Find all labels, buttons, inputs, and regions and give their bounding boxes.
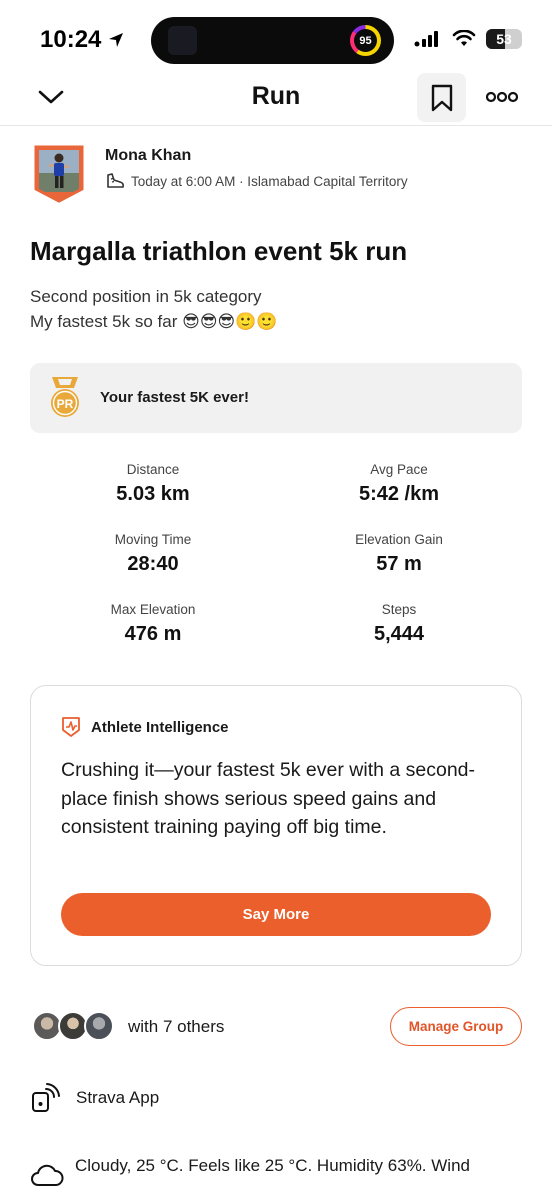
stat-value: 28:40 <box>127 553 179 575</box>
stat-label: Avg Pace <box>370 462 428 477</box>
avatar[interactable] <box>34 145 84 203</box>
stat-moving-time: Moving Time 28:40 <box>30 532 276 576</box>
athlete-name[interactable]: Mona Khan <box>105 147 191 165</box>
athlete-header: Mona Khan Today at 6:00 AM · Islamabad C… <box>34 145 522 205</box>
pr-badge-text: PR <box>57 397 74 411</box>
stat-value: 5:42 /km <box>358 483 440 505</box>
stat-label: Max Elevation <box>110 602 196 617</box>
activity-meta-text: Today at 6:00 AM · Islamabad Capital Ter… <box>131 173 408 189</box>
athlete-intelligence-icon <box>62 717 80 737</box>
cloud-icon <box>31 1164 64 1186</box>
status-bar: 10:24 95 53 <box>0 0 552 80</box>
group-text[interactable]: with 7 others <box>128 1017 224 1037</box>
stat-distance: Distance 5.03 km <box>30 462 276 506</box>
wifi-icon <box>452 30 476 46</box>
activity-description: Second position in 5k category My fastes… <box>30 284 278 334</box>
stat-label: Elevation Gain <box>355 532 443 547</box>
battery-text: 53 <box>496 31 512 47</box>
athlete-intelligence-header: Athlete Intelligence <box>61 716 229 738</box>
activity-description-line: Second position in 5k category <box>30 287 262 306</box>
bookmark-icon <box>431 84 452 111</box>
status-time: 10:24 <box>40 26 125 54</box>
signal-icon <box>414 31 438 47</box>
more-button[interactable] <box>485 84 519 110</box>
activity-ring-icon: 95 <box>350 25 381 56</box>
activity-title: Margalla triathlon event 5k run <box>30 236 408 266</box>
more-icon <box>486 91 518 103</box>
stat-avg-pace: Avg Pace 5:42 /km <box>276 462 522 506</box>
stat-label: Steps <box>381 602 417 617</box>
stat-value: 476 m <box>124 623 182 645</box>
group-row: with 7 others Manage Group <box>30 1006 522 1046</box>
activity-meta: Today at 6:00 AM · Islamabad Capital Ter… <box>105 172 408 190</box>
stat-value: 57 m <box>376 553 422 575</box>
device-icon <box>32 1083 60 1112</box>
say-more-button[interactable]: Say More <box>61 893 491 936</box>
athlete-intelligence-body: Crushing it—your fastest 5k ever with a … <box>61 759 476 838</box>
nav-bar: Run <box>0 70 552 126</box>
stat-label: Moving Time <box>114 532 192 547</box>
page-title: Run <box>251 82 301 110</box>
pr-medal-icon: PR <box>51 377 79 417</box>
group-avatar <box>84 1011 114 1041</box>
device-label: Strava App <box>76 1088 160 1107</box>
stat-value: 5,444 <box>373 623 425 645</box>
activity-ring-value: 95 <box>354 29 377 52</box>
island-camera <box>168 26 197 55</box>
shoe-icon <box>107 173 124 188</box>
status-time-text: 10:24 <box>40 26 102 53</box>
activity-description-line: My fastest 5k so far 😎😎😎🙂🙂 <box>30 312 278 331</box>
group-avatars[interactable] <box>32 1011 116 1043</box>
stat-elevation-gain: Elevation Gain 57 m <box>276 532 522 576</box>
pr-label: Your fastest 5K ever! <box>100 389 249 406</box>
location-arrow-icon <box>109 33 124 47</box>
bookmark-button[interactable] <box>417 73 466 122</box>
dynamic-island: 95 <box>151 17 394 64</box>
status-indicators: 53 <box>414 29 522 49</box>
pr-banner[interactable]: PR Your fastest 5K ever! <box>30 363 522 433</box>
weather-row: Cloudy, 25 °C. Feels like 25 °C. Humidit… <box>30 1153 530 1193</box>
device-row: Strava App <box>30 1082 159 1114</box>
manage-group-button[interactable]: Manage Group <box>390 1007 522 1046</box>
athlete-intelligence-title: Athlete Intelligence <box>91 718 229 736</box>
athlete-intelligence-card: Athlete Intelligence Crushing it—your fa… <box>30 685 522 966</box>
weather-text: Cloudy, 25 °C. Feels like 25 °C. Humidit… <box>75 1156 470 1175</box>
stat-value: 5.03 km <box>116 483 190 505</box>
battery-indicator: 53 <box>486 29 522 49</box>
stat-max-elevation: Max Elevation 476 m <box>30 602 276 646</box>
stat-steps: Steps 5,444 <box>276 602 522 646</box>
stat-label: Distance <box>126 462 180 477</box>
